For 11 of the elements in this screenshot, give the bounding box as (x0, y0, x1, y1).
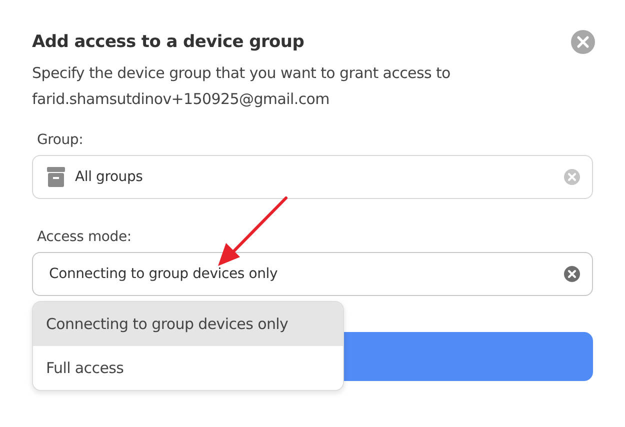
dialog-description: Specify the device group that you want to grant access to farid.shamsutdinov+150925@gmail.com (32, 63, 452, 110)
access-mode-select[interactable]: Connecting to group devices only (32, 252, 593, 296)
archive-box-icon (47, 167, 65, 187)
field-label: Group: (36, 132, 84, 148)
clear-icon[interactable] (564, 266, 580, 282)
close-icon[interactable] (571, 30, 595, 54)
dialog-title: Add access to a device group (32, 32, 304, 52)
dropdown-option[interactable]: Connecting to group devices only (33, 302, 343, 346)
field-label: Access mode: (36, 229, 132, 245)
dropdown-option[interactable]: Full access (33, 346, 343, 390)
group-select[interactable]: All groups (32, 155, 593, 199)
